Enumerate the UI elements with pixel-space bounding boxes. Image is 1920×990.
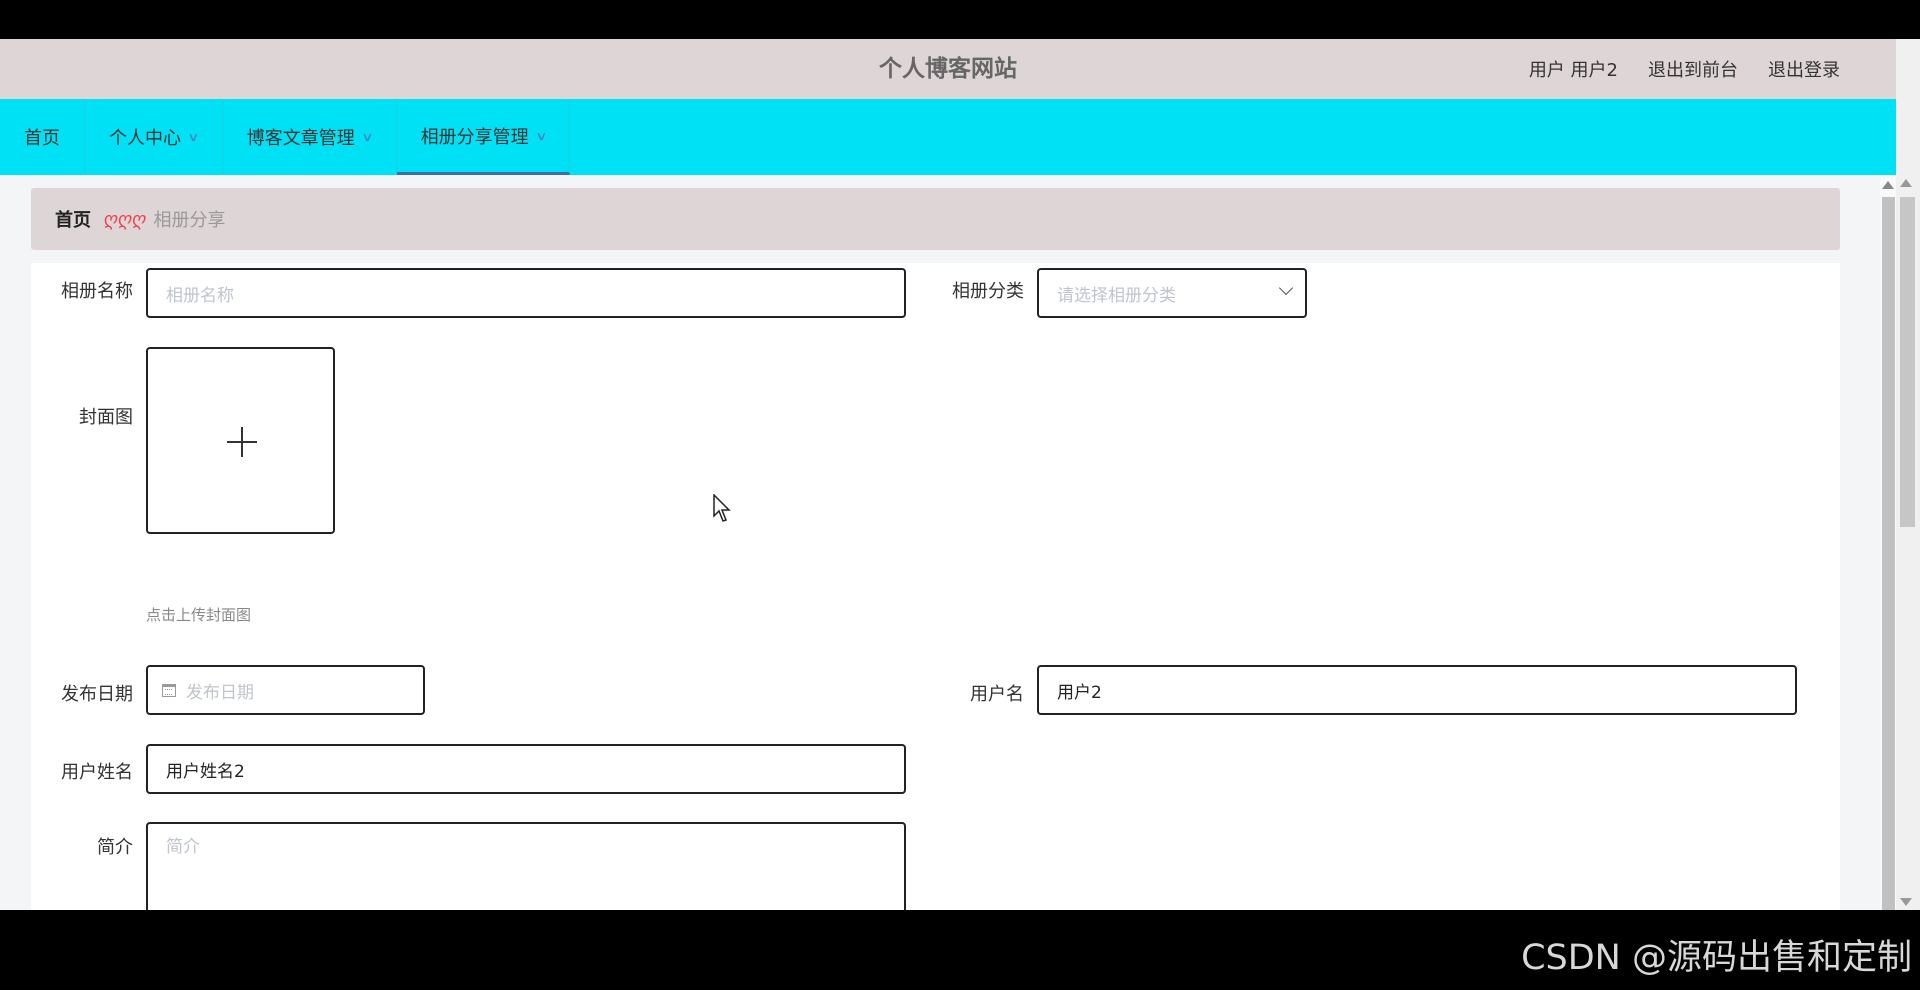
- album-name-input[interactable]: 相册名称: [146, 268, 906, 318]
- logout-link[interactable]: 退出登录: [1768, 56, 1840, 82]
- album-category-placeholder: 请选择相册分类: [1057, 285, 1176, 306]
- window-scrollbar[interactable]: [1896, 39, 1920, 910]
- nav-item-home[interactable]: 首页: [0, 99, 85, 175]
- username-label: 用户名: [970, 684, 1024, 705]
- breadcrumb: 首页 ღღღ 相册分享: [31, 188, 1840, 250]
- back-to-front-link[interactable]: 退出到前台: [1648, 56, 1738, 82]
- calendar-icon: [162, 683, 176, 697]
- cover-upload-button[interactable]: [146, 347, 335, 534]
- main-nav: 首页 个人中心 ∨ 博客文章管理 ∨ 相册分享管理 ∨: [0, 99, 1896, 175]
- album-category-select[interactable]: 请选择相册分类: [1037, 268, 1307, 318]
- user-realname-input[interactable]: 用户姓名2: [146, 744, 906, 794]
- breadcrumb-home[interactable]: 首页: [55, 206, 91, 232]
- publish-date-label: 发布日期: [61, 684, 133, 705]
- watermark: CSDN @源码出售和定制: [1521, 938, 1912, 978]
- user-realname-label: 用户姓名: [61, 762, 133, 783]
- app-window: 个人博客网站 用户 用户2 退出到前台 退出登录 首页 个人中心 ∨ 博客文章管…: [0, 39, 1920, 910]
- cover-upload-hint: 点击上传封面图: [146, 606, 252, 624]
- nav-item-album-share-management[interactable]: 相册分享管理 ∨: [396, 99, 571, 175]
- scroll-up-icon[interactable]: [1882, 181, 1894, 189]
- cover-label: 封面图: [79, 407, 133, 428]
- user-realname-value: 用户姓名2: [166, 761, 245, 782]
- intro-textarea[interactable]: 简介: [146, 822, 906, 910]
- content-scrollbar[interactable]: [1880, 175, 1896, 910]
- nav-item-label: 首页: [24, 128, 60, 149]
- intro-placeholder: 简介: [166, 837, 200, 857]
- mouse-cursor-icon: [713, 494, 731, 522]
- username-value: 用户2: [1057, 682, 1102, 703]
- scroll-down-icon[interactable]: [1900, 898, 1912, 906]
- nav-item-label: 博客文章管理: [246, 128, 355, 149]
- intro-label: 简介: [97, 837, 133, 858]
- current-user-label: 用户 用户2: [1528, 60, 1618, 81]
- header-links: 用户 用户2 退出到前台 退出登录: [1529, 39, 1840, 99]
- plus-icon-vertical: [241, 427, 243, 457]
- nav-item-label: 个人中心: [109, 128, 181, 149]
- breadcrumb-current: 相册分享: [153, 210, 226, 231]
- album-category-label: 相册分类: [952, 281, 1024, 302]
- album-name-placeholder: 相册名称: [166, 285, 234, 306]
- publish-date-placeholder: 发布日期: [186, 682, 254, 703]
- breadcrumb-separator: ღღღ: [103, 208, 146, 230]
- nav-item-personal-center[interactable]: 个人中心 ∨: [85, 99, 223, 175]
- chevron-down-icon: [1278, 280, 1294, 296]
- nav-item-blog-article-management[interactable]: 博客文章管理 ∨: [223, 99, 397, 175]
- scroll-up-icon[interactable]: [1900, 179, 1912, 187]
- chevron-down-icon: ∨: [361, 130, 374, 144]
- publish-date-picker[interactable]: 发布日期: [146, 665, 425, 715]
- chevron-down-icon: ∨: [187, 130, 200, 144]
- username-input[interactable]: 用户2: [1037, 665, 1797, 715]
- top-header: 个人博客网站 用户 用户2 退出到前台 退出登录: [0, 39, 1896, 99]
- window-scrollbar-thumb[interactable]: [1900, 197, 1915, 527]
- nav-item-label: 相册分享管理: [420, 126, 529, 148]
- content-scrollbar-thumb[interactable]: [1882, 197, 1895, 910]
- chevron-down-icon: ∨: [534, 128, 548, 143]
- album-share-form: 相册名称 相册名称 相册分类 请选择相册分类 封面图 点击上传封面图 发布日期 …: [31, 263, 1840, 910]
- album-name-label: 相册名称: [61, 281, 133, 302]
